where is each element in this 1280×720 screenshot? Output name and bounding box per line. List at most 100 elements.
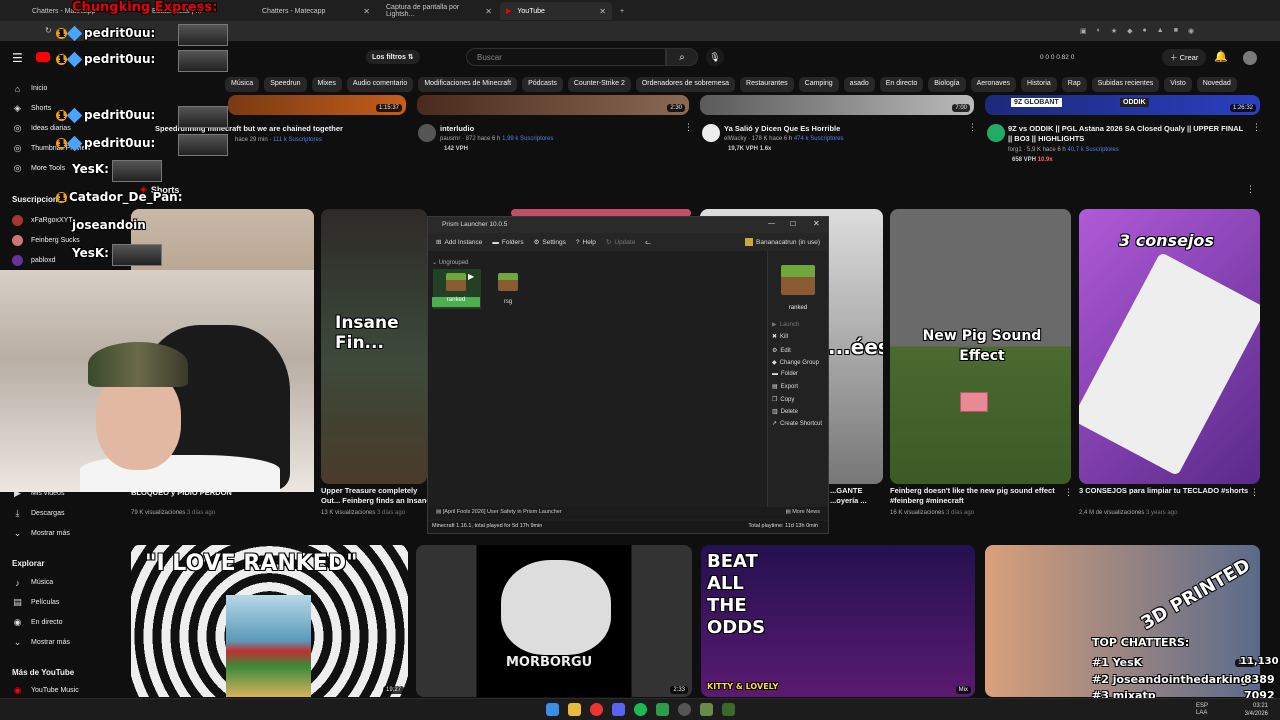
video-thumbnail[interactable]: 2:30 <box>417 95 689 115</box>
spotify-icon[interactable] <box>634 703 647 716</box>
more-options-icon[interactable]: ⋮ <box>684 122 693 133</box>
extension-icon[interactable]: ◉ <box>1188 27 1194 35</box>
chip-6[interactable]: Counter-Strike 2 <box>567 77 631 92</box>
app-icon[interactable] <box>656 703 669 716</box>
update-button[interactable]: ↻ Update <box>606 238 635 247</box>
instance-rsg[interactable]: rsg <box>490 299 526 305</box>
maximize-icon[interactable]: ☐ <box>790 220 796 228</box>
close-icon[interactable]: ✕ <box>813 219 820 228</box>
kill-button[interactable]: ✖ Kill <box>772 333 788 341</box>
instance-ranked[interactable]: ranked <box>432 297 480 307</box>
copy-button[interactable]: ❐ Copy <box>772 396 794 404</box>
account-button[interactable]: Bananacatrun (in use) <box>745 238 820 246</box>
short-thumbnail[interactable]: New Pig Sound Effect <box>890 209 1071 484</box>
more-options-icon[interactable]: ⋮ <box>1246 184 1255 195</box>
sidebar-item-ideas[interactable]: ◎ Ideas diarias <box>12 123 71 134</box>
video-thumbnail[interactable]: MORBORGU 2:33 <box>416 545 692 697</box>
video-thumbnail[interactable]: BEAT ALL THE ODDS KITTY & LOVELY Mix <box>701 545 975 697</box>
chip-11[interactable]: En directo <box>879 77 924 92</box>
video-thumbnail[interactable]: 7:00 <box>700 95 974 115</box>
video-thumbnail[interactable]: "I LOVE RANKED" 19:27 <box>131 545 408 697</box>
extension-icon[interactable]: ▲ <box>1157 27 1164 35</box>
chip-14[interactable]: Historia <box>1021 77 1057 92</box>
sidebar-item-inicio[interactable]: ⌂ Inicio <box>12 83 48 94</box>
browser-tab[interactable]: Captura de pantalla por Lightsh... ✕ <box>380 2 498 20</box>
browser-tab[interactable]: Chatters - Matecapp ✕ <box>256 2 376 20</box>
menu-icon[interactable]: ☰ <box>12 51 23 65</box>
more-options-icon[interactable]: ⋮ <box>1252 122 1261 133</box>
clock[interactable]: 03:21 3/4/2026 <box>1238 702 1268 718</box>
avatar[interactable] <box>1243 51 1257 65</box>
discord-icon[interactable] <box>612 703 625 716</box>
launch-button[interactable]: ▶ Launch <box>772 321 799 329</box>
language-indicator[interactable]: ESP LAA <box>1196 703 1216 717</box>
sidebar-item-shorts[interactable]: ◈ Shorts <box>12 103 51 114</box>
close-icon[interactable]: ✕ <box>363 7 370 16</box>
settings-button[interactable]: ⚙ Settings <box>534 238 566 247</box>
more-news-button[interactable]: ▤ More News <box>785 509 820 515</box>
help-button[interactable]: ? Help <box>576 239 596 246</box>
sidebar-item-peliculas[interactable]: ▤ Películas <box>12 597 59 608</box>
chip-15[interactable]: Rap <box>1061 77 1087 92</box>
video-thumbnail[interactable]: 9Z GLOBANT ODDIK 1:26:32 <box>985 95 1260 115</box>
short-thumbnail[interactable]: Insane Fin... <box>321 209 427 484</box>
chip-2[interactable]: Mixes <box>311 77 342 92</box>
obs-icon[interactable] <box>678 703 691 716</box>
edit-button[interactable]: ⚙ Edit <box>772 347 791 355</box>
folder-button[interactable]: ▬ Folder <box>772 371 798 377</box>
extension-icon[interactable]: ● <box>1143 27 1147 35</box>
filters-button[interactable]: Los filtros ⇅ <box>366 50 420 64</box>
delete-button[interactable]: ▥ Delete <box>772 408 798 416</box>
add-instance-button[interactable]: ⊞ Add Instance <box>436 238 482 247</box>
new-tab-button[interactable]: + <box>614 2 630 20</box>
chip-10[interactable]: asado <box>843 77 875 92</box>
more-options-icon[interactable]: ⋮ <box>1250 487 1259 498</box>
folders-button[interactable]: ▬ Folders <box>492 239 523 246</box>
news-link[interactable]: ▤ [April Fools 2026] User Safety in Pris… <box>436 509 562 515</box>
reload-icon[interactable]: ↻ <box>45 26 52 35</box>
video-title[interactable]: interludio <box>440 124 474 134</box>
channel-avatar[interactable] <box>987 124 1005 142</box>
subscription-item[interactable]: xFaRgoxXYT <box>12 215 73 226</box>
video-title[interactable]: Ya Salió y Dicen Que Es Horrible <box>724 124 840 134</box>
chip-16[interactable]: Subidas recientes <box>1091 77 1160 92</box>
extension-icon[interactable]: ◆ <box>1127 27 1132 35</box>
start-icon[interactable] <box>546 703 559 716</box>
sidebar-item-musica[interactable]: ♪ Música <box>12 577 53 588</box>
video-thumbnail[interactable]: 1:15:37 <box>228 95 406 115</box>
chip-1[interactable]: Speedrun <box>264 77 307 92</box>
window-titlebar[interactable]: Prism Launcher 10.0.5 — ☐ ✕ <box>428 217 828 233</box>
export-button[interactable]: ▤ Export <box>772 383 798 391</box>
notifications-bell-icon[interactable]: 🔔 <box>1214 50 1228 63</box>
channel-avatar[interactable] <box>702 124 720 142</box>
star-icon[interactable]: ★ <box>1111 27 1117 35</box>
extension-icon[interactable]: ▣ <box>1080 27 1087 35</box>
minecraft-icon[interactable] <box>722 703 735 716</box>
sidebar-item-en-directo[interactable]: ◉ En directo <box>12 617 63 628</box>
short-thumbnail[interactable]: 3 consejos <box>1079 209 1260 484</box>
browser-tab-active[interactable]: ▶ YouTube ✕ <box>500 2 612 20</box>
extension-icon[interactable]: ■ <box>1174 27 1178 35</box>
search-button[interactable]: ⌕ <box>666 48 698 66</box>
short-title[interactable]: Feinberg doesn't like the new pig sound … <box>890 486 1070 506</box>
search-input[interactable]: Buscar <box>466 48 666 66</box>
sidebar-item-youtube-music[interactable]: ◉ YouTube Music <box>12 685 79 696</box>
video-title[interactable]: 9Z vs ODDIK || PGL Astana 2026 SA Closed… <box>1008 124 1248 144</box>
chrome-icon[interactable] <box>590 703 603 716</box>
short-title[interactable]: ...GANTE ...oyería ... <box>830 486 880 506</box>
microphone-icon[interactable]: 🎙 <box>706 48 724 66</box>
chip-8[interactable]: Restaurantes <box>740 77 794 92</box>
prism-launcher-icon[interactable] <box>700 703 713 716</box>
subscription-item[interactable]: pabloxd <box>12 255 56 266</box>
close-icon[interactable]: ✕ <box>485 7 492 16</box>
file-explorer-icon[interactable] <box>568 703 581 716</box>
chip-13[interactable]: Aeronaves <box>970 77 1017 92</box>
chip-0[interactable]: Música <box>225 77 260 92</box>
subscription-item[interactable]: Feinberg Sucks <box>12 235 80 246</box>
create-button[interactable]: ＋ Crear <box>1162 49 1207 66</box>
extension-icon[interactable]: ◐ <box>1097 27 1101 35</box>
more-options-icon[interactable]: ⋮ <box>1064 487 1073 498</box>
chip-3[interactable]: Audio comentario <box>346 77 414 92</box>
close-icon[interactable]: ✕ <box>599 7 606 16</box>
short-title[interactable]: Upper Treasure completely Out... Feinber… <box>321 486 431 506</box>
